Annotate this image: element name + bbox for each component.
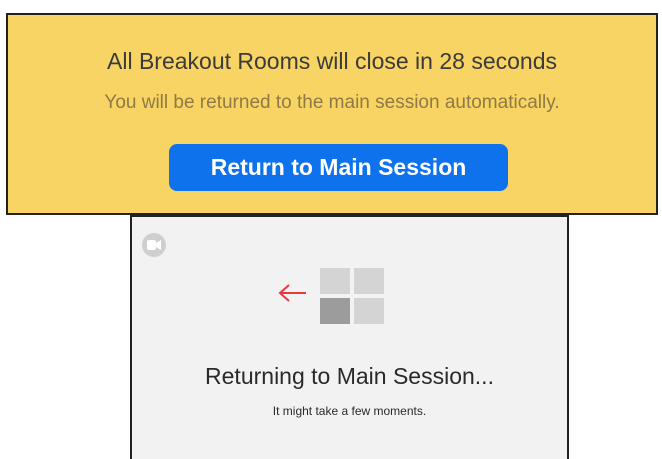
banner-subtitle: You will be returned to the main session… xyxy=(104,92,560,113)
returning-panel: Returning to Main Session... It might ta… xyxy=(130,215,569,459)
banner-title: All Breakout Rooms will close in 28 seco… xyxy=(107,48,557,74)
left-arrow-icon xyxy=(278,284,306,302)
grid-cell-top-left xyxy=(320,268,350,294)
panel-subtitle: It might take a few moments. xyxy=(272,404,427,418)
grid-cell-top-right xyxy=(354,268,384,294)
return-to-main-session-button[interactable]: Return to Main Session xyxy=(169,144,508,191)
panel-title: Returning to Main Session... xyxy=(205,363,494,389)
breakout-grid-icon xyxy=(320,268,384,324)
screenshot-stage: All Breakout Rooms will close in 28 seco… xyxy=(0,0,662,459)
video-camera-icon xyxy=(142,233,166,257)
grid-cell-bottom-left xyxy=(320,298,350,324)
grid-cell-bottom-right xyxy=(354,298,384,324)
breakout-closing-banner: All Breakout Rooms will close in 28 seco… xyxy=(6,13,658,215)
